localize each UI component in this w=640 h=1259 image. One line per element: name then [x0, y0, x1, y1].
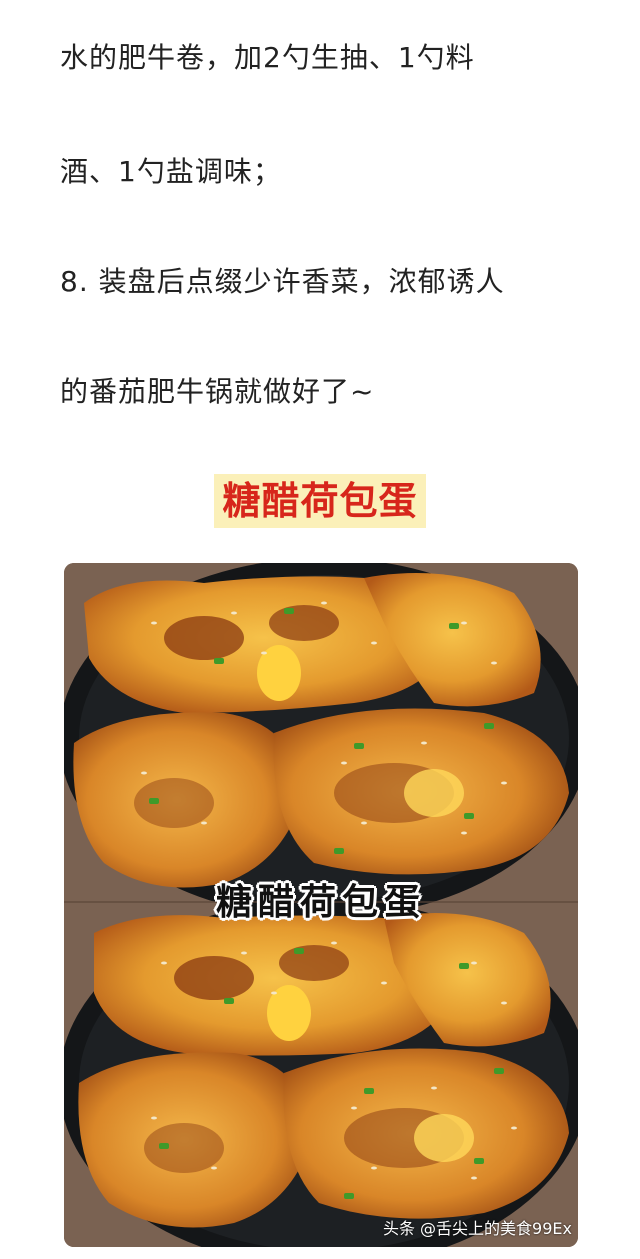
article-text-line: 水的肥牛卷，加2勺生抽、1勺料: [60, 41, 475, 74]
photo-caption: 糖醋荷包蛋: [215, 882, 426, 923]
article-text-line: 酒、1勺盐调味；: [60, 155, 282, 188]
section-heading: 糖醋荷包蛋: [214, 474, 426, 528]
article-text-line: 的番茄肥牛锅就做好了~: [60, 375, 375, 408]
article-text-line: 8. 装盘后点缀少许香菜，浓郁诱人: [60, 265, 505, 298]
watermark: 头条 @舌尖上的美食99Ex: [382, 1219, 572, 1238]
recipe-photo[interactable]: 糖醋荷包蛋 头条 @舌尖上的美食99Ex: [64, 563, 578, 1247]
section-heading-wrap: 糖醋荷包蛋: [0, 474, 640, 528]
